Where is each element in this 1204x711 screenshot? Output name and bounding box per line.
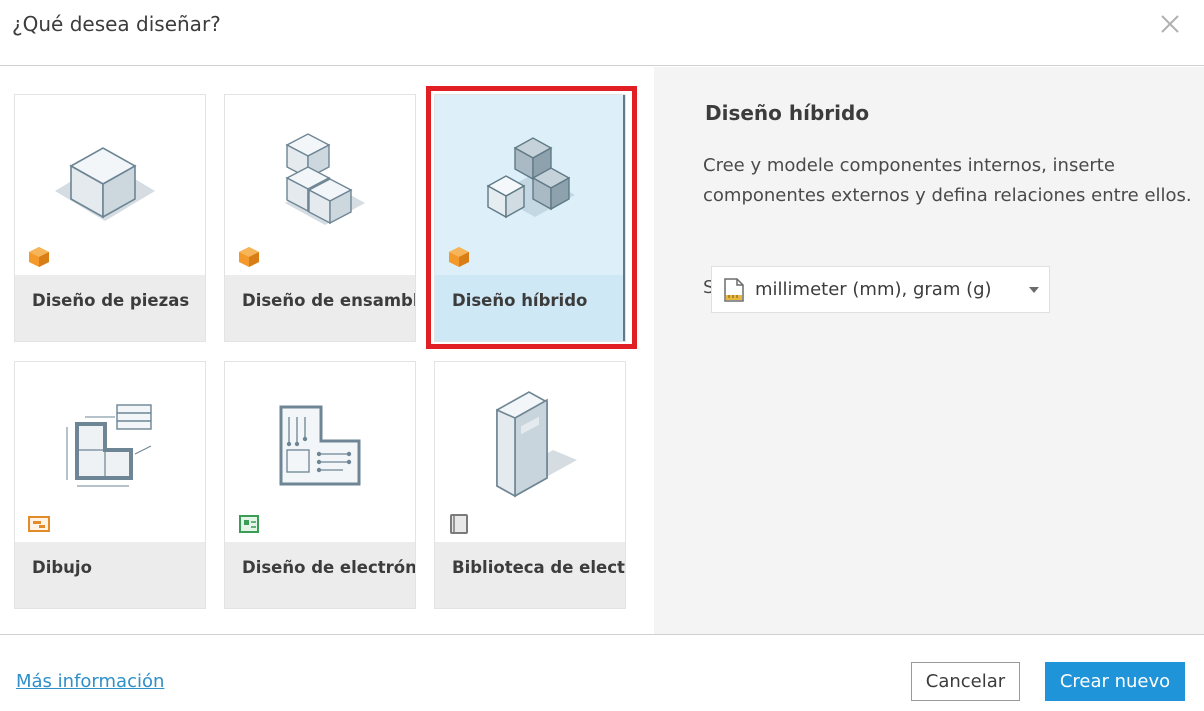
units-dropdown[interactable]: millimeter (mm), gram (g)	[711, 266, 1050, 313]
document-icon	[724, 278, 744, 302]
orange-cube-badge-icon	[449, 247, 469, 267]
green-pcb-badge-icon	[239, 515, 259, 533]
card-part-design[interactable]: Diseño de piezas	[14, 94, 206, 342]
cancel-button[interactable]: Cancelar	[911, 662, 1020, 701]
card-label: Diseño de piezas	[32, 291, 190, 310]
card-label: Dibujo	[32, 558, 92, 577]
orange-cube-badge-icon	[29, 247, 49, 267]
card-electronics-design[interactable]: Diseño de electrónica	[224, 361, 416, 609]
card-label: Diseño híbrido	[452, 291, 588, 310]
gray-book-badge-icon	[450, 514, 468, 534]
card-label: Diseño de electrónica	[242, 558, 416, 577]
create-new-button[interactable]: Crear nuevo	[1045, 662, 1185, 701]
dialog-title: ¿Qué desea diseñar?	[12, 12, 221, 36]
card-label: Diseño de ensamblaje	[242, 291, 415, 310]
orange-drawing-badge-icon	[28, 516, 50, 532]
dialog-footer: Más información Cancelar Crear nuevo	[0, 634, 1204, 711]
close-icon[interactable]	[1158, 12, 1182, 36]
design-detail-panel: Diseño híbrido Cree y modele componentes…	[654, 67, 1204, 634]
card-drawing[interactable]: Dibujo	[14, 361, 206, 609]
chevron-down-icon	[1029, 287, 1039, 293]
card-assembly-design[interactable]: Diseño de ensamblaje	[224, 94, 416, 342]
dialog-header: ¿Qué desea diseñar?	[0, 0, 1204, 66]
design-type-grid: Diseño de piezas Diseño de ensamblaje	[0, 67, 654, 634]
detail-description: Cree y modele componentes internos, inse…	[703, 155, 1192, 206]
units-value: millimeter (mm), gram (g)	[755, 279, 992, 300]
card-electronics-library[interactable]: Biblioteca de electrónica	[434, 361, 626, 609]
card-label: Biblioteca de electrónica	[452, 558, 625, 577]
detail-title: Diseño híbrido	[705, 101, 870, 125]
more-info-link[interactable]: Más información	[16, 671, 164, 692]
orange-cube-badge-icon	[239, 247, 259, 267]
card-hybrid-design[interactable]: Diseño híbrido	[434, 94, 626, 342]
